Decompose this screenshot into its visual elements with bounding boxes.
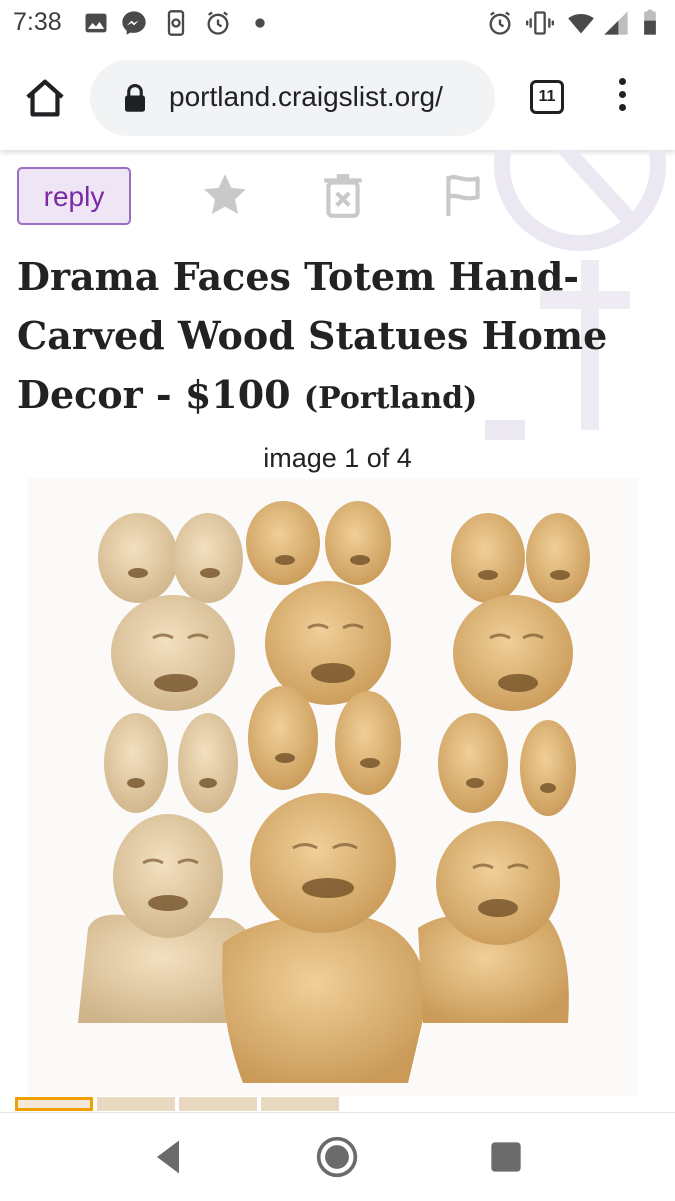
gallery-icon — [85, 13, 107, 33]
home-circle-icon[interactable] — [315, 1135, 359, 1179]
status-bar: 7:38 — [0, 0, 675, 46]
tab-count: 11 — [538, 88, 556, 105]
dot-icon — [255, 18, 265, 28]
home-icon[interactable] — [22, 76, 68, 122]
thumbnail-strip — [15, 1097, 345, 1111]
posting-title: Drama Faces Totem Hand-Carved Wood Statu… — [17, 247, 647, 428]
overflow-menu-icon[interactable] — [614, 78, 630, 118]
flag-icon[interactable] — [438, 170, 488, 220]
system-nav-bar — [0, 1112, 675, 1201]
alarm-icon — [489, 11, 511, 35]
image-counter: image 1 of 4 — [263, 443, 412, 473]
thumbnail-1[interactable] — [15, 1097, 93, 1111]
tab-switcher-button[interactable]: 11 — [530, 80, 564, 114]
thumbnail-2[interactable] — [97, 1097, 175, 1111]
messenger-icon — [122, 11, 146, 35]
back-icon[interactable] — [146, 1135, 190, 1179]
alarm-icon — [207, 11, 229, 35]
browser-toolbar: portland.craigslist.org/ 11 — [0, 46, 675, 150]
wifi-icon — [568, 13, 594, 34]
phone-sync-icon — [167, 10, 185, 36]
battery-icon — [644, 9, 656, 35]
star-icon[interactable] — [200, 170, 250, 220]
posting-location: (Portland) — [303, 381, 478, 416]
lock-icon — [125, 83, 145, 112]
listing-photo[interactable] — [28, 478, 638, 1096]
reply-button[interactable]: reply — [17, 167, 131, 225]
recents-icon[interactable] — [484, 1135, 528, 1179]
thumbnail-4[interactable] — [261, 1097, 339, 1111]
status-time: 7:38 — [13, 8, 62, 36]
vibrate-icon — [526, 11, 554, 35]
signal-icon — [604, 11, 628, 35]
address-bar[interactable]: portland.craigslist.org/ — [90, 60, 495, 136]
url-text: portland.craigslist.org/ — [169, 81, 443, 112]
thumbnail-3[interactable] — [179, 1097, 257, 1111]
totem-illustration — [78, 501, 590, 1083]
hide-icon[interactable] — [318, 170, 368, 220]
